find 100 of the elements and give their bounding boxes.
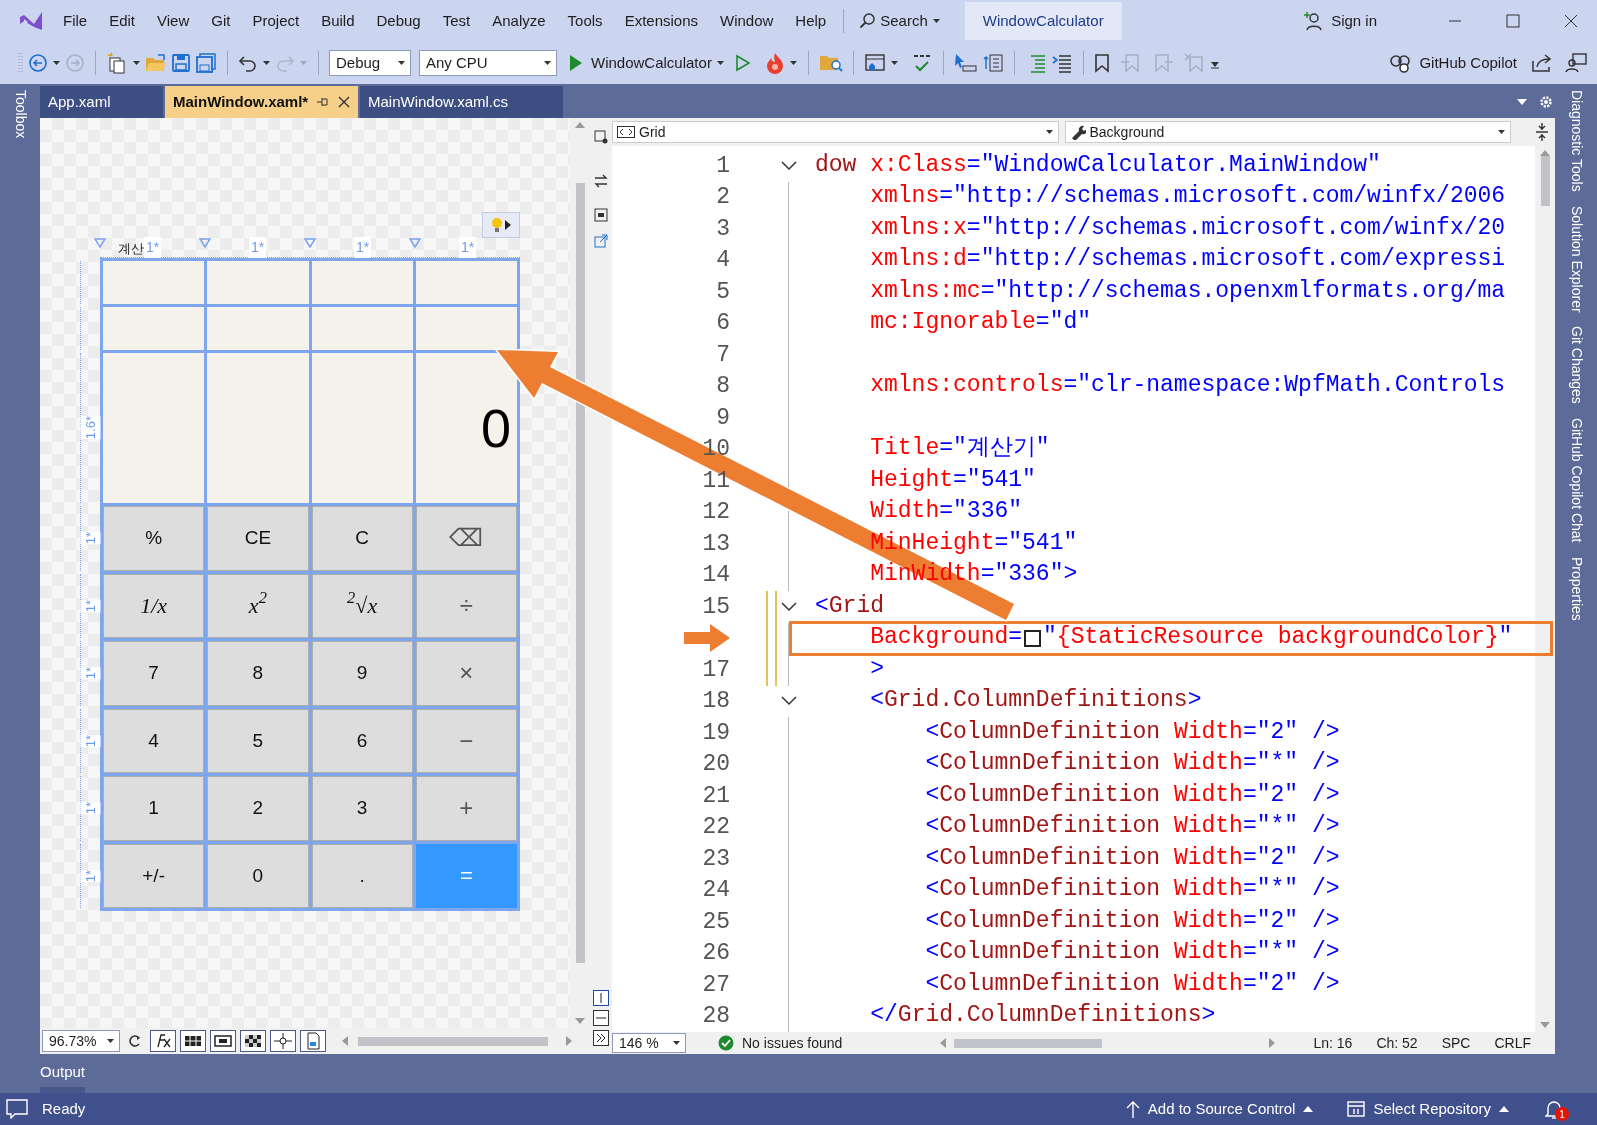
swap-icon[interactable] [594, 174, 608, 188]
calculator-key[interactable]: 9 [311, 641, 413, 706]
calculator-key[interactable]: . [311, 843, 413, 908]
folder-search-icon[interactable] [818, 53, 843, 73]
configuration-dropdown[interactable]: Debug [329, 50, 411, 76]
side-panel-tab[interactable]: Git Changes [1565, 326, 1587, 405]
window-icon[interactable] [863, 53, 886, 73]
document-tab[interactable]: App.xaml [40, 86, 163, 118]
menu-item[interactable]: Debug [365, 9, 432, 33]
calculator-key[interactable]: + [415, 776, 517, 841]
document-code-icon[interactable] [300, 1030, 326, 1052]
source-control-button[interactable]: Add to Source Control [1125, 1097, 1314, 1121]
platform-dropdown[interactable]: Any CPU [419, 50, 557, 76]
property-dropdown[interactable]: Background [1064, 121, 1511, 143]
checkerboard-icon[interactable] [240, 1030, 266, 1052]
gridline-marker-icon[interactable] [304, 238, 316, 248]
menu-item[interactable]: Test [431, 9, 482, 33]
calculator-key[interactable]: × [415, 641, 517, 706]
document-tab[interactable]: MainWindow.xaml* [165, 86, 358, 118]
save-icon[interactable] [171, 53, 191, 73]
popout-icon[interactable] [594, 234, 608, 248]
calculator-key[interactable]: % [103, 506, 205, 571]
play-outline-icon[interactable] [734, 54, 751, 72]
scrollbar-thumb[interactable] [954, 1038, 1103, 1048]
close-icon[interactable] [1563, 13, 1579, 29]
menu-item[interactable]: File [52, 9, 99, 33]
issues-status[interactable]: No issues found [742, 1032, 843, 1054]
quick-actions-button[interactable] [482, 212, 520, 238]
collapse-icon[interactable] [780, 601, 797, 612]
calculator-key[interactable]: 8 [207, 641, 309, 706]
side-panel-tab[interactable]: Solution Explorer [1565, 205, 1587, 313]
expand-pane-icon[interactable] [593, 1030, 609, 1046]
crosshair-icon[interactable] [270, 1030, 296, 1052]
document-tab[interactable]: MainWindow.xaml.cs [360, 86, 563, 118]
start-button[interactable]: WindowCalculator [569, 51, 712, 75]
split-icon[interactable] [594, 208, 608, 222]
scrollbar-thumb[interactable] [575, 183, 585, 963]
save-all-icon[interactable] [195, 53, 217, 73]
horizontal-split-icon[interactable] [593, 1010, 609, 1026]
column-indicator[interactable]: Ch: 52 [1376, 1032, 1418, 1054]
gridline-marker-icon[interactable] [409, 238, 421, 248]
split-editor-icon[interactable] [1535, 123, 1549, 141]
repository-button[interactable]: Select Repository [1347, 1097, 1509, 1121]
line-ending-indicator[interactable]: CRLF [1494, 1032, 1531, 1054]
undo-icon[interactable] [238, 53, 258, 73]
search-button[interactable]: Search [850, 9, 949, 33]
menu-item[interactable]: Git [200, 9, 242, 33]
vertical-split-icon[interactable] [593, 990, 609, 1006]
tab-list-caret-icon[interactable] [1517, 98, 1527, 106]
bookmark-icon[interactable] [1093, 53, 1110, 73]
calculator-key[interactable]: $^{2}$√x [311, 573, 413, 638]
calculator-key[interactable]: 4 [103, 708, 205, 773]
caret-icon[interactable] [715, 59, 725, 67]
side-panel-tab[interactable]: Properties [1565, 556, 1587, 621]
menu-item[interactable]: View [146, 9, 201, 33]
caret-icon[interactable] [132, 59, 141, 67]
menu-item[interactable]: Edit [98, 9, 147, 33]
side-panel-tab[interactable]: Toolbox [9, 90, 31, 139]
calculator-key[interactable]: 1 [103, 776, 205, 841]
zoom-dropdown[interactable]: 96.73% [42, 1030, 120, 1052]
collapse-icon[interactable] [780, 160, 797, 171]
caret-icon[interactable] [889, 59, 899, 67]
caret-icon[interactable] [52, 59, 61, 67]
select-icon[interactable] [594, 130, 608, 144]
calculator-key[interactable]: 0 [207, 843, 309, 908]
menu-item[interactable]: Extensions [613, 9, 709, 33]
zoom-dropdown[interactable]: 146 % [612, 1033, 686, 1053]
menu-item[interactable]: Build [310, 9, 366, 33]
side-panel-tab[interactable]: GitHub Copilot Chat [1565, 418, 1587, 543]
calculator-key[interactable]: C [311, 506, 413, 571]
calculator-key[interactable]: x$^{2}$ [207, 573, 309, 638]
calculator-key[interactable]: ÷ [415, 573, 517, 638]
scrollbar-thumb[interactable] [358, 1036, 548, 1046]
collapse-icon[interactable] [780, 696, 797, 707]
formula-icon[interactable] [150, 1030, 176, 1052]
outdent-icon[interactable] [1050, 53, 1073, 73]
gridline-marker-icon[interactable] [94, 238, 106, 248]
refresh-icon[interactable] [128, 1034, 142, 1048]
calculator-key[interactable]: CE [207, 506, 309, 571]
element-dropdown[interactable]: Grid [612, 121, 1059, 143]
line-indicator[interactable]: Ln: 16 [1313, 1032, 1353, 1054]
calculator-key[interactable]: 6 [311, 708, 413, 773]
message-icon[interactable] [6, 1099, 28, 1119]
share-icon[interactable] [1531, 53, 1553, 73]
feedback-icon[interactable] [1565, 53, 1587, 73]
close-icon[interactable] [338, 96, 351, 108]
calculator-key[interactable]: − [415, 708, 517, 773]
gridline-marker-icon[interactable] [199, 238, 211, 248]
caret-icon[interactable] [262, 59, 271, 67]
side-panel-tab[interactable]: Diagnostic Tools [1565, 90, 1587, 192]
calculator-key[interactable]: ⌫ [415, 506, 517, 571]
pointer-icon[interactable] [953, 53, 978, 73]
menu-item[interactable]: Window [709, 9, 785, 33]
calculator-key[interactable]: 7 [103, 641, 205, 706]
maximize-icon[interactable] [1505, 13, 1521, 29]
calculator-key[interactable]: +/- [103, 843, 205, 908]
bell-icon[interactable] [1545, 1099, 1563, 1119]
scrollbar-thumb[interactable] [1540, 156, 1550, 206]
calculator-key[interactable]: 2 [207, 776, 309, 841]
document-list-icon[interactable] [981, 53, 1004, 73]
